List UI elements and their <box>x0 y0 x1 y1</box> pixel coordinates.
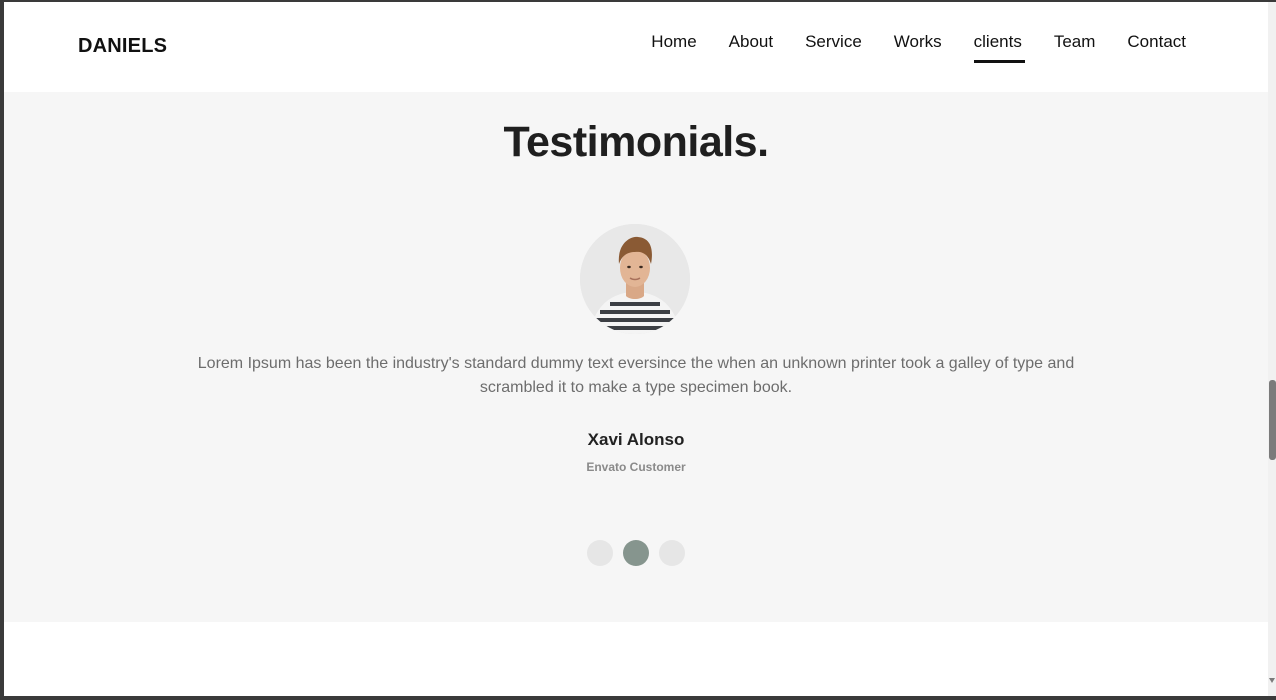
testimonial-author-role: Envato Customer <box>586 460 686 474</box>
testimonial-quote: Lorem Ipsum has been the industry's stan… <box>197 355 1075 396</box>
person-avatar-icon <box>580 224 690 334</box>
scrollbar-thumb[interactable] <box>1269 380 1276 460</box>
page-viewport: DANIELS Home About Service Works clients… <box>4 2 1268 696</box>
nav-item-contact[interactable]: Contact <box>1127 32 1186 62</box>
slider-dot-2[interactable] <box>623 540 649 566</box>
nav-menu: Home About Service Works clients Team Co… <box>651 32 1186 63</box>
nav-item-home[interactable]: Home <box>651 32 696 62</box>
testimonial-author-name: Xavi Alonso <box>587 430 685 449</box>
nav-item-about[interactable]: About <box>729 32 773 62</box>
slider-dots <box>587 540 685 566</box>
testimonial-avatar <box>580 224 690 334</box>
site-logo[interactable]: DANIELS <box>78 35 167 58</box>
navbar: DANIELS Home About Service Works clients… <box>4 2 1268 92</box>
nav-item-service[interactable]: Service <box>805 32 862 62</box>
nav-item-clients[interactable]: clients <box>973 32 1026 63</box>
nav-item-works[interactable]: Works <box>894 32 942 62</box>
slider-dot-3[interactable] <box>659 540 685 566</box>
scroll-down-arrow-icon[interactable] <box>1269 678 1275 683</box>
page-scrollbar[interactable] <box>1268 2 1276 696</box>
nav-item-team[interactable]: Team <box>1054 32 1096 62</box>
testimonials-section: Testimonials. Lorem Ipsum has been the i… <box>4 92 1268 622</box>
section-title: Testimonials. <box>503 118 769 166</box>
slider-dot-1[interactable] <box>587 540 613 566</box>
